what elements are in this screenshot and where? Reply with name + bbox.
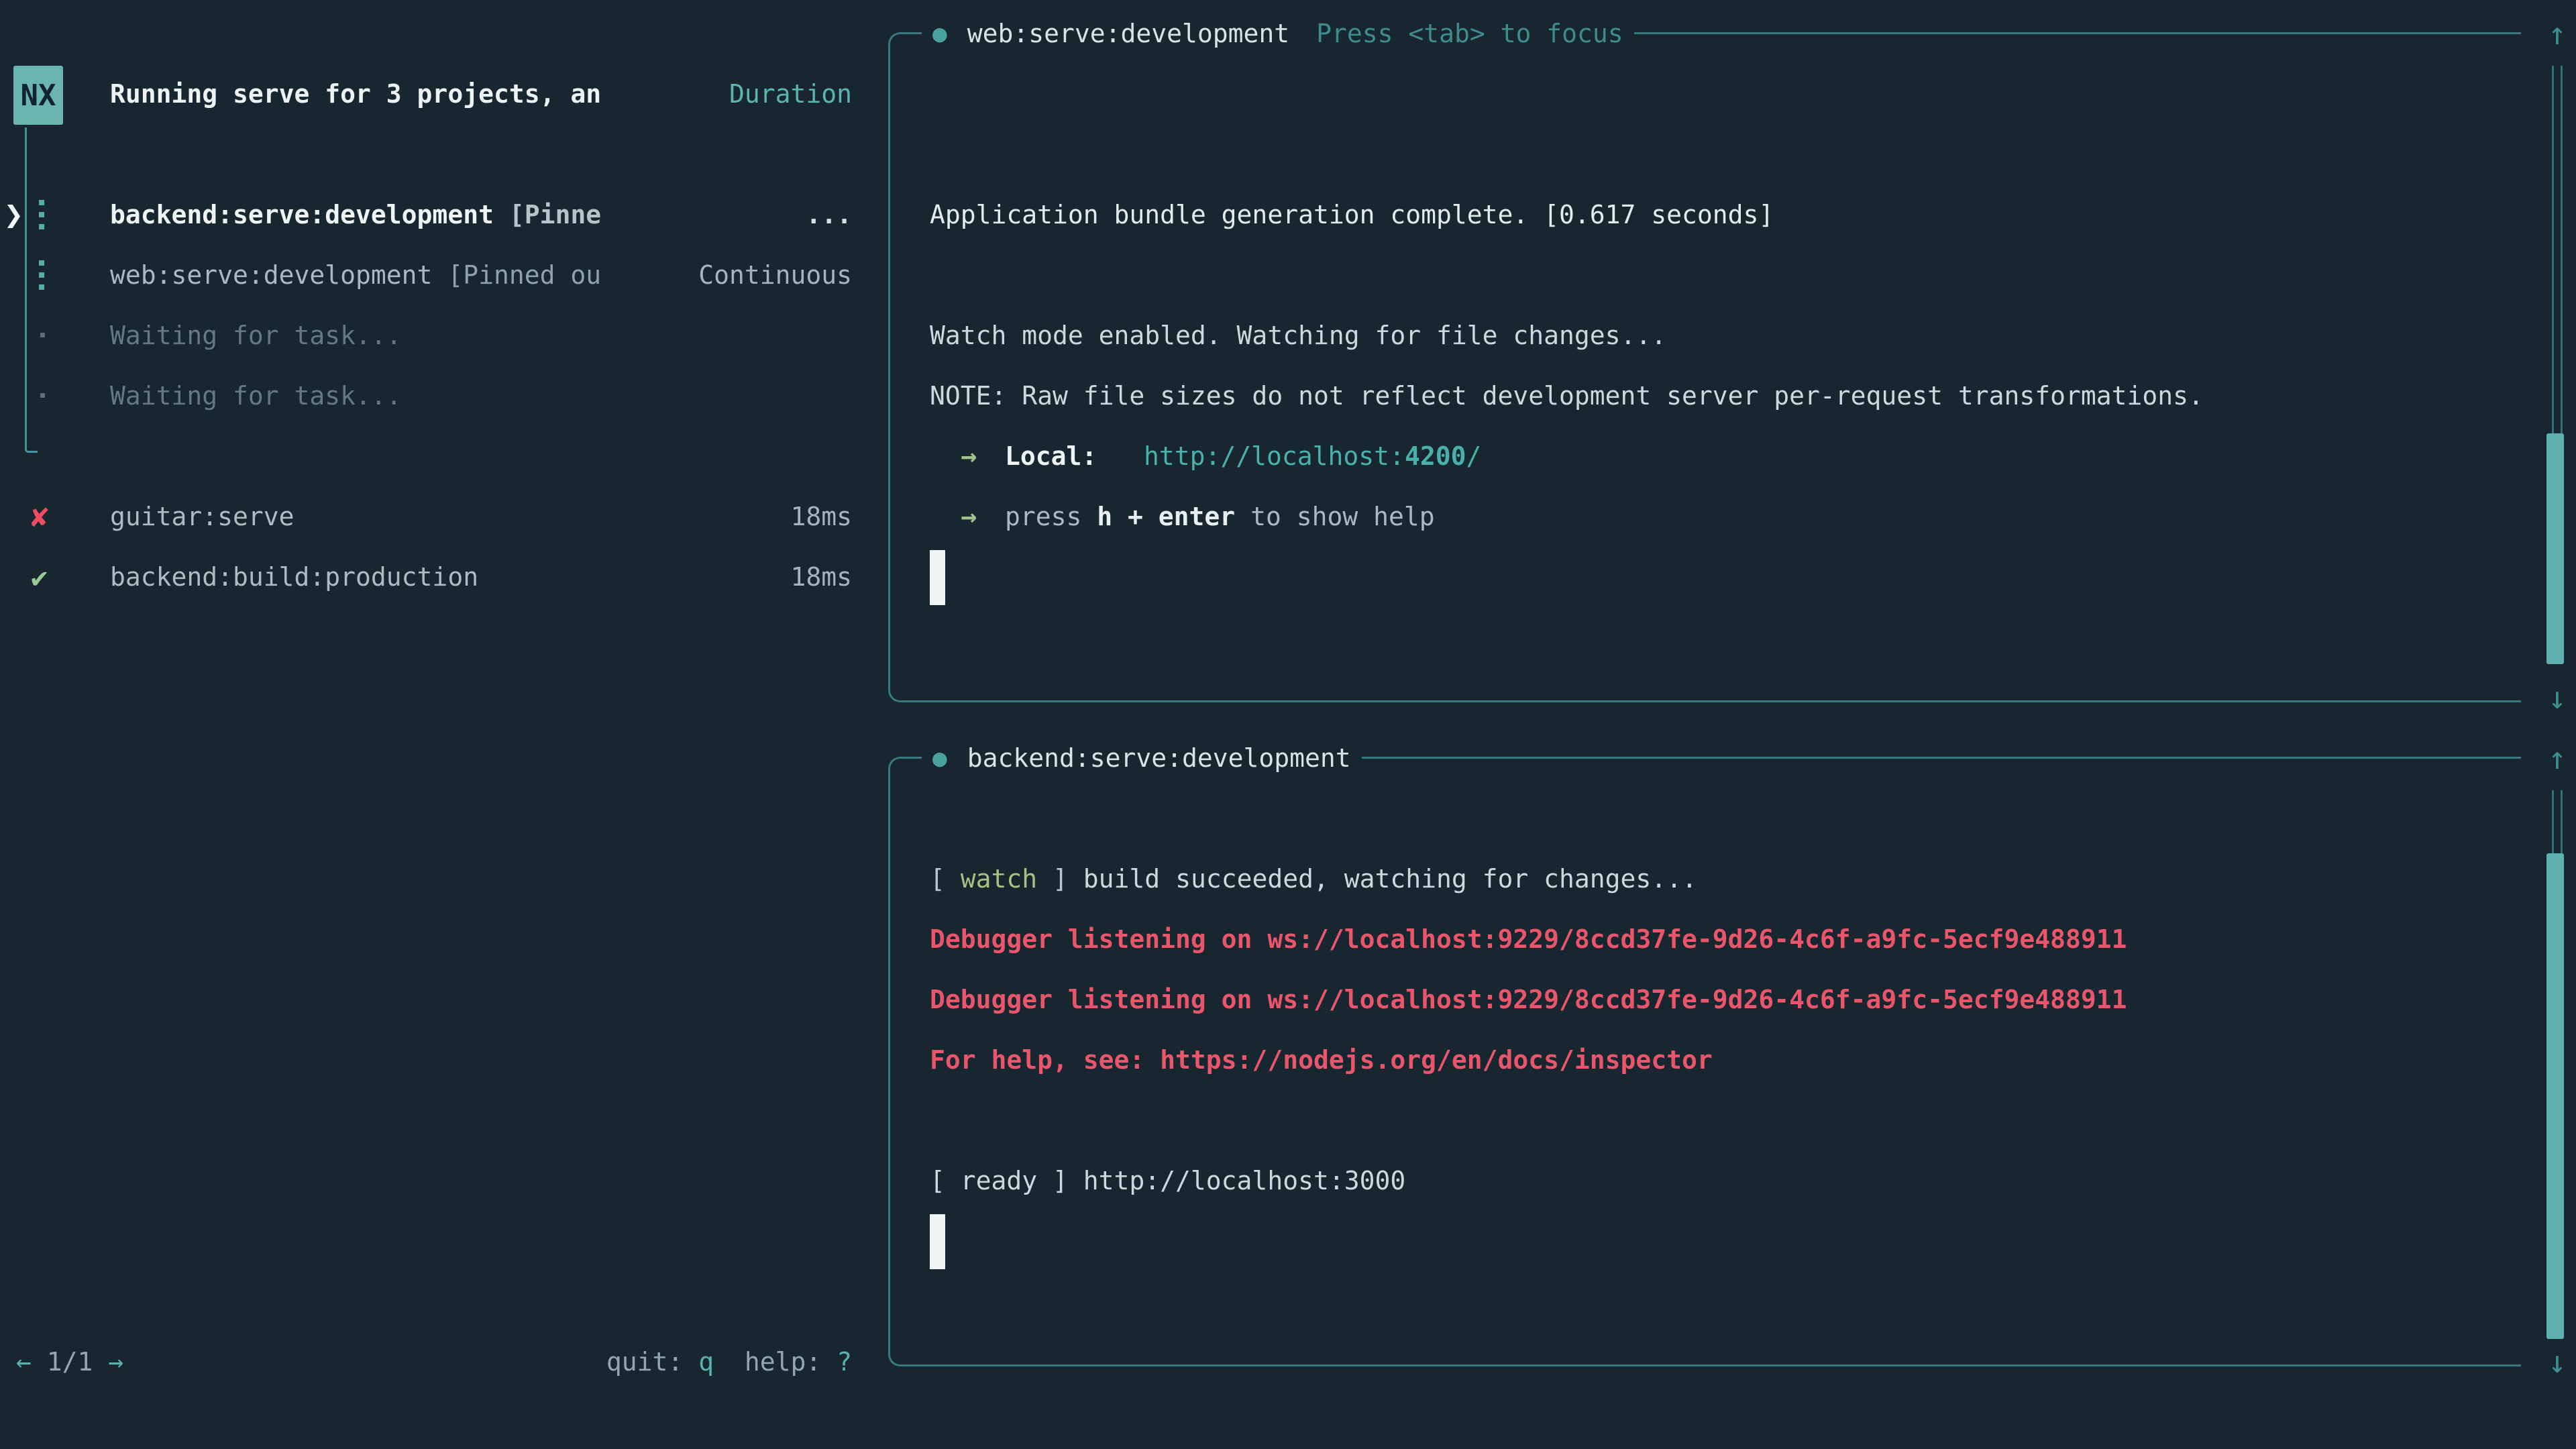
panel-title: backend:serve:development — [967, 743, 1351, 773]
task-name-suffix: [Pinned ou — [432, 260, 601, 290]
scroll-down-icon[interactable]: ↓ — [2542, 1332, 2572, 1392]
quit-label: quit: — [606, 1347, 698, 1377]
terminal-cursor — [930, 550, 945, 605]
task-row[interactable]: web:serve:development [Pinned ou — [110, 245, 601, 305]
task-row[interactable]: backend:build:production — [110, 547, 478, 607]
panel-focus-hint: Press <tab> to focus — [1316, 19, 1623, 48]
panel-status-dot-icon: ● — [932, 20, 947, 48]
nx-terminal-ui: NX Running serve for 3 projects, an Dura… — [0, 0, 2576, 1449]
quit-key: q — [698, 1347, 714, 1377]
url-prefix: http://localhost: — [1144, 441, 1405, 471]
bracket: [ — [930, 864, 961, 894]
hint-keys: h + enter — [1097, 502, 1235, 531]
watch-tag: watch — [961, 864, 1037, 894]
scroll-up-icon[interactable]: ↑ — [2542, 3, 2572, 64]
page-prev-arrow[interactable]: ← — [16, 1347, 32, 1377]
task-group-guide-line — [25, 127, 38, 453]
hotkey-hints: quit: q help: ? — [606, 1332, 852, 1392]
url-slash: / — [1466, 441, 1481, 471]
terminal-cursor — [930, 1214, 945, 1269]
arrow-icon: → — [961, 486, 977, 547]
local-label: Local: — [1005, 426, 1097, 486]
help-hint-line: press h + enter to show help — [1005, 486, 1435, 547]
panel-header: ● backend:serve:development — [922, 728, 1362, 788]
terminal-output-line: NOTE: Raw file sizes do not reflect deve… — [930, 366, 2204, 426]
running-spinner-icon — [39, 260, 44, 290]
pagination: ← 1/1 → — [16, 1332, 123, 1392]
task-name: web:serve:development — [110, 260, 432, 290]
nx-logo: NX — [13, 66, 63, 125]
spacer — [93, 1347, 108, 1377]
running-spinner-icon — [39, 200, 44, 229]
help-label: help: — [714, 1347, 837, 1377]
task-success-icon: ✔ — [31, 547, 48, 607]
scroll-down-icon[interactable]: ↓ — [2542, 667, 2572, 728]
bracket: ] — [1037, 864, 1083, 894]
task-name: backend:serve:development — [110, 200, 494, 229]
local-url-link[interactable]: http://localhost:4200/ — [1144, 426, 1481, 486]
scrollbar-thumb[interactable] — [2546, 853, 2564, 1339]
task-duration: 18ms — [790, 486, 852, 547]
waiting-dot-icon — [40, 333, 45, 337]
terminal-output-line: Application bundle generation complete. … — [930, 184, 1774, 245]
panel-title: web:serve:development — [967, 19, 1289, 48]
task-row[interactable]: Waiting for task... — [110, 305, 402, 366]
task-progress-dots: ... — [806, 184, 852, 245]
debugger-line: Debugger listening on ws://localhost:922… — [930, 909, 2127, 969]
task-duration: Continuous — [698, 245, 852, 305]
watch-message: build succeeded, watching for changes... — [1083, 864, 1697, 894]
help-key: ? — [837, 1347, 852, 1377]
waiting-dot-icon — [40, 393, 45, 398]
scrollbar-track[interactable] — [2552, 790, 2563, 853]
task-duration: 18ms — [790, 547, 852, 607]
terminal-output-line: [ watch ] build succeeded, watching for … — [930, 849, 1697, 909]
arrow-icon: → — [961, 426, 977, 486]
ready-line: [ ready ] http://localhost:3000 — [930, 1150, 1405, 1211]
page-next-arrow[interactable]: → — [108, 1347, 123, 1377]
duration-column-header: Duration — [729, 64, 852, 124]
page-indicator: 1/1 — [47, 1347, 93, 1377]
scrollbar-thumb[interactable] — [2546, 433, 2564, 664]
panel-status-dot-icon: ● — [932, 745, 947, 772]
url-port: 4200 — [1405, 441, 1466, 471]
task-failed-icon: ✘ — [31, 486, 49, 547]
panel-header: ● web:serve:development Press <tab> to f… — [922, 3, 1634, 64]
terminal-output-line: Watch mode enabled. Watching for file ch… — [930, 305, 1666, 366]
page-indicator — [32, 1347, 47, 1377]
task-row[interactable]: Waiting for task... — [110, 366, 402, 426]
hint-text: press — [1005, 502, 1097, 531]
task-name-suffix: [Pinne — [494, 200, 601, 229]
scrollbar-track[interactable] — [2552, 66, 2563, 433]
debugger-line: Debugger listening on ws://localhost:922… — [930, 969, 2127, 1030]
scroll-up-icon[interactable]: ↑ — [2542, 728, 2572, 788]
task-row[interactable]: guitar:serve — [110, 486, 294, 547]
task-list-title: Running serve for 3 projects, an — [110, 64, 601, 124]
hint-text: to show help — [1235, 502, 1434, 531]
inspector-help-line: For help, see: https://nodejs.org/en/doc… — [930, 1030, 1713, 1090]
selected-row-caret-icon: ❯ — [4, 184, 23, 245]
task-row[interactable]: backend:serve:development [Pinne — [110, 184, 601, 245]
